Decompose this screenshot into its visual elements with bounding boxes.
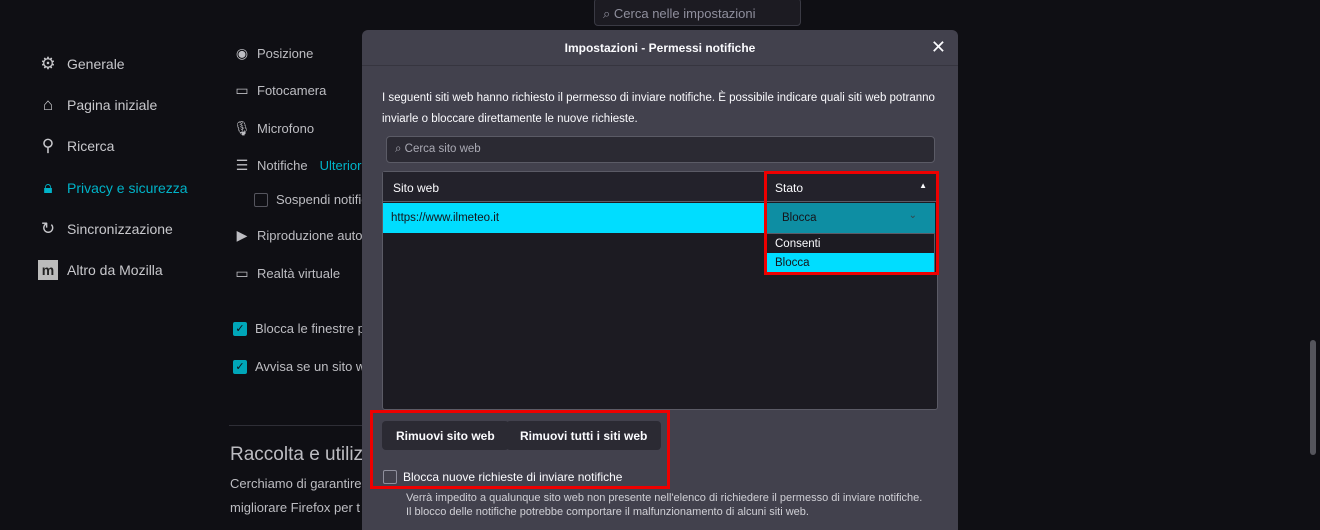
perm-notifiche: ☰ Notifiche Ulterior — [233, 157, 362, 174]
search-icon: ⌕ — [603, 6, 614, 21]
lock-icon: 🔒︎ — [43, 178, 53, 197]
section-text: Cerchiamo di garantire — [230, 476, 362, 491]
block-new-note: Verrà impedito a qualunque sito web non … — [406, 492, 923, 518]
sync-icon: ↻ — [40, 219, 56, 238]
play-icon: ▶ — [236, 227, 248, 243]
gear-icon: ⚙ — [40, 54, 56, 73]
mozilla-icon: m — [38, 260, 58, 280]
search-icon: ⌕ — [395, 143, 405, 155]
search-icon: ⚲ — [41, 136, 55, 155]
highlight-box — [370, 410, 670, 489]
scrollbar[interactable] — [1310, 340, 1316, 455]
highlight-box — [764, 171, 939, 275]
sidebar-item-pagina-iniziale[interactable]: ⌂ Pagina iniziale — [38, 93, 157, 117]
sidebar-item-privacy[interactable]: 🔒︎ Privacy e sicurezza — [38, 176, 187, 200]
perm-fotocamera: ▭ Fotocamera — [233, 82, 326, 99]
sidebar-item-sincronizzazione[interactable]: ↻ Sincronizzazione — [38, 217, 173, 241]
perm-realta-virtuale: ▭ Realtà virtuale — [233, 265, 340, 282]
blocca-popup-checkbox[interactable]: ✓ Blocca le finestre po — [233, 321, 372, 336]
close-icon[interactable]: ✕ — [931, 37, 946, 58]
location-icon: ◉ — [235, 45, 249, 61]
section-text: migliorare Firefox per t — [230, 500, 361, 515]
sidebar-item-ricerca[interactable]: ⚲ Ricerca — [38, 134, 115, 158]
settings-search-input[interactable]: ⌕ Cerca nelle impostazioni — [594, 0, 801, 26]
dialog-description: I seguenti siti web hanno richiesto il p… — [382, 92, 935, 125]
home-icon: ⌂ — [42, 95, 54, 114]
vr-icon: ▭ — [235, 265, 249, 281]
column-header-site[interactable]: Sito web — [383, 172, 765, 202]
notification-permissions-dialog: Impostazioni - Permessi notifiche ✕ I se… — [362, 30, 958, 530]
avvisa-checkbox[interactable]: ✓ Avvisa se un sito we — [233, 359, 373, 374]
sidebar-item-generale[interactable]: ⚙ Generale — [38, 52, 124, 76]
dialog-title: Impostazioni - Permessi notifiche — [362, 30, 958, 66]
site-search-input[interactable]: ⌕ Cerca sito web — [386, 136, 935, 163]
divider — [229, 425, 369, 426]
camera-icon: ▭ — [235, 82, 249, 98]
notification-icon: ☰ — [235, 157, 249, 173]
sidebar-item-altro-mozilla[interactable]: m Altro da Mozilla — [38, 258, 163, 282]
microphone-icon: 🎙︎ — [233, 120, 251, 136]
section-title: Raccolta e utilizz — [230, 444, 373, 465]
perm-posizione: ◉ Posizione — [233, 45, 313, 62]
table-row[interactable]: https://www.ilmeteo.it — [383, 203, 765, 233]
perm-riproduzione: ▶ Riproduzione auto — [233, 227, 363, 244]
sospendi-checkbox[interactable]: Sospendi notific — [254, 192, 368, 207]
notifiche-more-link[interactable]: Ulterior — [320, 158, 362, 173]
perm-microfono: 🎙︎ Microfono — [233, 120, 315, 136]
